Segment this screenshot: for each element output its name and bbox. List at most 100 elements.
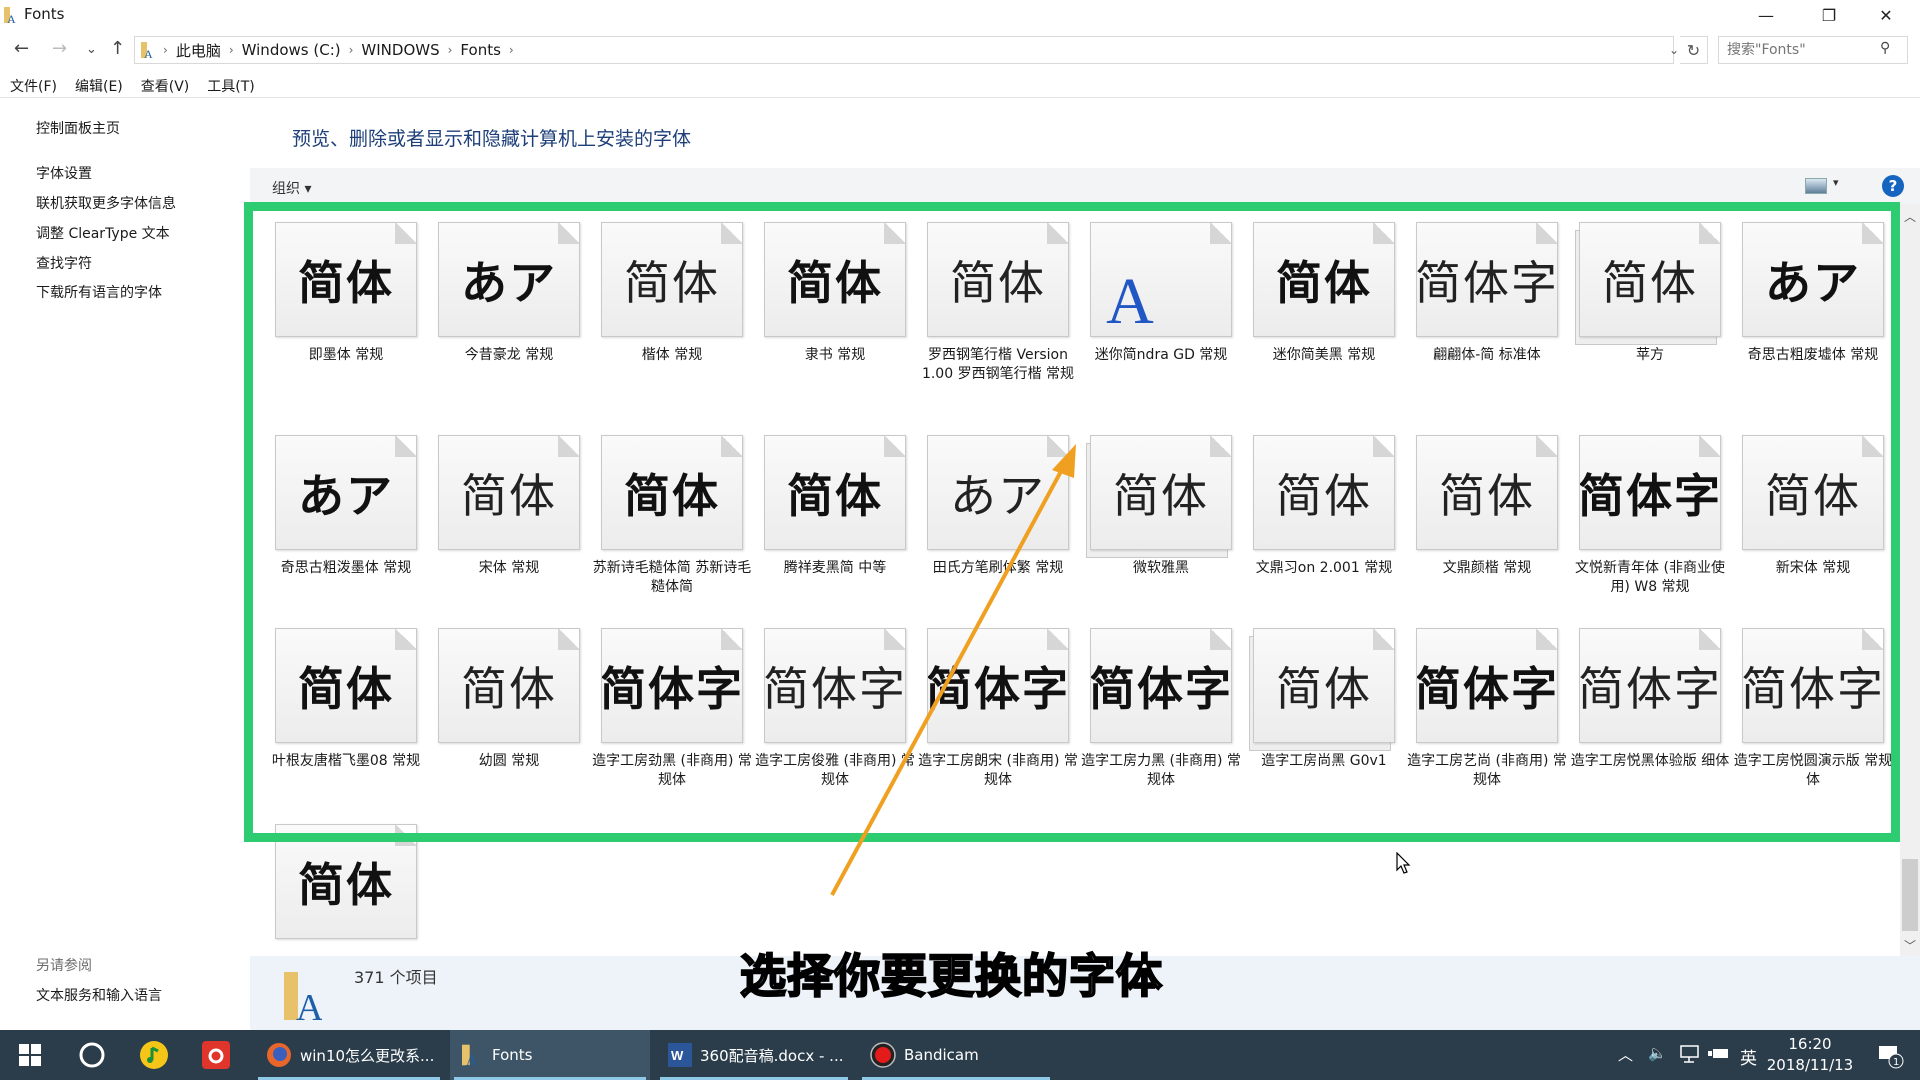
taskbar-app-fonts[interactable]: A Fonts (450, 1030, 650, 1080)
font-preview: 简体 (1276, 255, 1372, 310)
font-item[interactable]: 简体字 文悦新青年体 (非商业使用) W8 常规 (1554, 417, 1725, 627)
font-item[interactable]: 简体 微软雅黑 (1065, 417, 1232, 627)
font-item[interactable]: 简体字 造字工房朗宋 (非商用) 常规体 (902, 610, 1078, 820)
sidebar-cleartype[interactable]: 调整 ClearType 文本 (36, 223, 170, 243)
recent-locations-button[interactable]: ⌄ (86, 42, 97, 57)
font-item[interactable]: 简体 宋体 常规 (413, 417, 580, 627)
font-file-icon: 简体 (275, 824, 417, 939)
scroll-down-icon[interactable]: ﹀ (1900, 937, 1920, 954)
network-icon[interactable] (1678, 1044, 1700, 1064)
font-item[interactable]: 简体 苹方 (1554, 204, 1721, 414)
taskbar-app-bandicam[interactable]: Bandicam (858, 1030, 1054, 1080)
taskbar-app-word[interactable]: W 360配音稿.docx - ... (656, 1030, 852, 1080)
scrollbar-thumb[interactable] (1902, 859, 1918, 931)
breadcrumb-this-pc[interactable]: 此电脑 (176, 40, 221, 61)
breadcrumb-windows[interactable]: WINDOWS (361, 41, 439, 59)
font-item[interactable]: 简体字造字工房艺尚 (非商用) 常规体 (1391, 610, 1567, 820)
firefox-icon (267, 1043, 291, 1067)
help-icon[interactable]: ? (1882, 175, 1904, 197)
font-item[interactable]: あア 田氏方笔刷体繁 常规 (902, 417, 1069, 627)
font-item[interactable]: 简体 文鼎习on 2.001 常规 (1228, 417, 1395, 627)
tray-overflow-icon[interactable]: ︿ (1618, 1044, 1633, 1065)
breadcrumb-fonts[interactable]: Fonts (460, 41, 500, 59)
see-also-heading: 另请参阅 (36, 958, 92, 974)
refresh-button[interactable]: ↻ (1680, 36, 1708, 64)
font-name: 迷你简ndra GD 常规 (1094, 347, 1228, 363)
ime-indicator[interactable]: 英 (1740, 1044, 1757, 1069)
font-item[interactable]: 简体字 造字工房力黑 (非商用) 常规体 (1065, 610, 1241, 820)
sidebar-get-more-fonts[interactable]: 联机获取更多字体信息 (36, 193, 176, 213)
view-icon[interactable] (1805, 178, 1827, 194)
close-button[interactable]: ✕ (1863, 0, 1909, 30)
breadcrumb-c-drive[interactable]: Windows (C:) (242, 41, 341, 59)
up-button[interactable]: ↑ (110, 38, 125, 59)
taskbar: win10怎么更改系... A Fonts W 360配音稿.docx - ..… (0, 1030, 1920, 1080)
netease-music-button[interactable] (186, 1030, 246, 1080)
start-button[interactable] (0, 1030, 60, 1080)
font-preview: 简体 (461, 661, 557, 716)
font-item[interactable]: 简体 即墨体 常规 (250, 204, 417, 414)
sidebar-text-services[interactable]: 文本服务和输入语言 (36, 985, 162, 1005)
minimize-button[interactable]: — (1743, 0, 1789, 30)
vertical-scrollbar[interactable]: ︿ ﹀ (1900, 204, 1920, 956)
menu-tools[interactable]: 工具(T) (197, 74, 262, 97)
back-button[interactable]: ← (14, 38, 29, 59)
battery-icon[interactable] (1708, 1044, 1730, 1064)
maximize-button[interactable]: ❐ (1806, 0, 1852, 30)
taskbar-app-firefox[interactable]: win10怎么更改系... (254, 1030, 444, 1080)
font-item[interactable]: あア 奇思古粗泼墨体 常规 (250, 417, 417, 627)
font-item[interactable]: 简体 文鼎颜楷 常规 (1391, 417, 1558, 627)
font-item[interactable]: 简体 幼圆 常规 (413, 610, 580, 820)
font-item[interactable]: 简体 叶根友唐楷飞墨08 常规 (250, 610, 420, 820)
font-item[interactable]: 简体 (250, 806, 417, 956)
action-center-button[interactable]: 1 (1860, 1030, 1920, 1080)
qq-music-button[interactable] (124, 1030, 184, 1080)
font-item[interactable]: 简体字 造字工房劲黑 (非商用) 常规体 (576, 610, 752, 820)
font-item[interactable]: 简体字 造字工房悦黑体验版 细体 (1554, 610, 1729, 820)
font-name: 文悦新青年体 (非商业使用) W8 常规 (1575, 560, 1725, 595)
menu-view[interactable]: 查看(V) (131, 74, 198, 97)
menu-edit[interactable]: 编辑(E) (65, 74, 131, 97)
menu-file[interactable]: 文件(F) (0, 74, 65, 97)
view-dropdown[interactable]: ▾ (1833, 176, 1839, 189)
font-item[interactable]: 简体 迷你简美黑 常规 (1228, 204, 1395, 414)
font-preview: 简体字 (1090, 661, 1232, 716)
volume-icon[interactable]: 🔈 (1648, 1044, 1667, 1062)
font-item[interactable]: A 迷你简ndra GD 常规 (1065, 204, 1232, 414)
font-file-icon: 简体 (275, 628, 417, 743)
font-item[interactable]: あア 今昔豪龙 常规 (413, 204, 580, 414)
sidebar-find-character[interactable]: 查找字符 (36, 253, 92, 273)
font-name: 造字工房艺尚 (非商用) 常规体 (1407, 753, 1567, 788)
font-item[interactable]: 简体 造字工房尚黑 G0v1 (1228, 610, 1395, 820)
cortana-button[interactable] (62, 1030, 122, 1080)
font-name: 造字工房朗宋 (非商用) 常规体 (918, 753, 1078, 788)
fonts-folder-icon: A (141, 42, 153, 59)
font-preview: 简体 (298, 661, 394, 716)
font-item[interactable]: 简体 罗西钢笔行楷 Version 1.00 罗西钢笔行楷 常规 (902, 204, 1074, 414)
sidebar-font-settings[interactable]: 字体设置 (36, 163, 92, 183)
font-file-icon: 简体 (1253, 628, 1395, 743)
sidebar-download-fonts[interactable]: 下载所有语言的字体 (36, 282, 162, 302)
organize-button[interactable]: 组织 ▾ (272, 178, 311, 198)
item-count: 371 个项目 (354, 968, 438, 987)
font-item[interactable]: 简体 苏新诗毛糙体简 苏新诗毛糙体简 (576, 417, 751, 627)
font-file-icon: 简体字 (1416, 628, 1558, 743)
font-item[interactable]: あア 奇思古粗废墟体 常规 (1717, 204, 1884, 414)
font-item[interactable]: 简体字 造字工房俊雅 (非商用) 常规体 (739, 610, 915, 820)
search-icon[interactable]: ⚲ (1880, 40, 1890, 56)
clock[interactable]: 16:20 2018/11/13 (1760, 1034, 1860, 1076)
forward-button[interactable]: → (52, 38, 67, 59)
scroll-up-icon[interactable]: ︿ (1900, 208, 1920, 225)
sidebar-control-panel-home[interactable]: 控制面板主页 (36, 118, 120, 138)
font-item[interactable]: 简体 腾祥麦黑简 中等 (739, 417, 906, 627)
font-name: 微软雅黑 (1133, 560, 1189, 576)
font-file-icon: あア (1742, 222, 1884, 337)
font-item[interactable]: 简体 楷体 常规 (576, 204, 743, 414)
font-file-icon: 简体字 (1416, 222, 1558, 337)
font-item[interactable]: 简体字 翩翩体-简 标准体 (1391, 204, 1558, 414)
font-item[interactable]: 简体字 造字工房悦圆演示版 常规体 (1717, 610, 1892, 820)
font-item[interactable]: 简体 隶书 常规 (739, 204, 906, 414)
font-preview: あア (1765, 255, 1861, 310)
font-item[interactable]: 简体 新宋体 常规 (1717, 417, 1884, 627)
address-bar[interactable]: A › 此电脑 › Windows (C:) › WINDOWS › Fonts… (134, 36, 1674, 64)
